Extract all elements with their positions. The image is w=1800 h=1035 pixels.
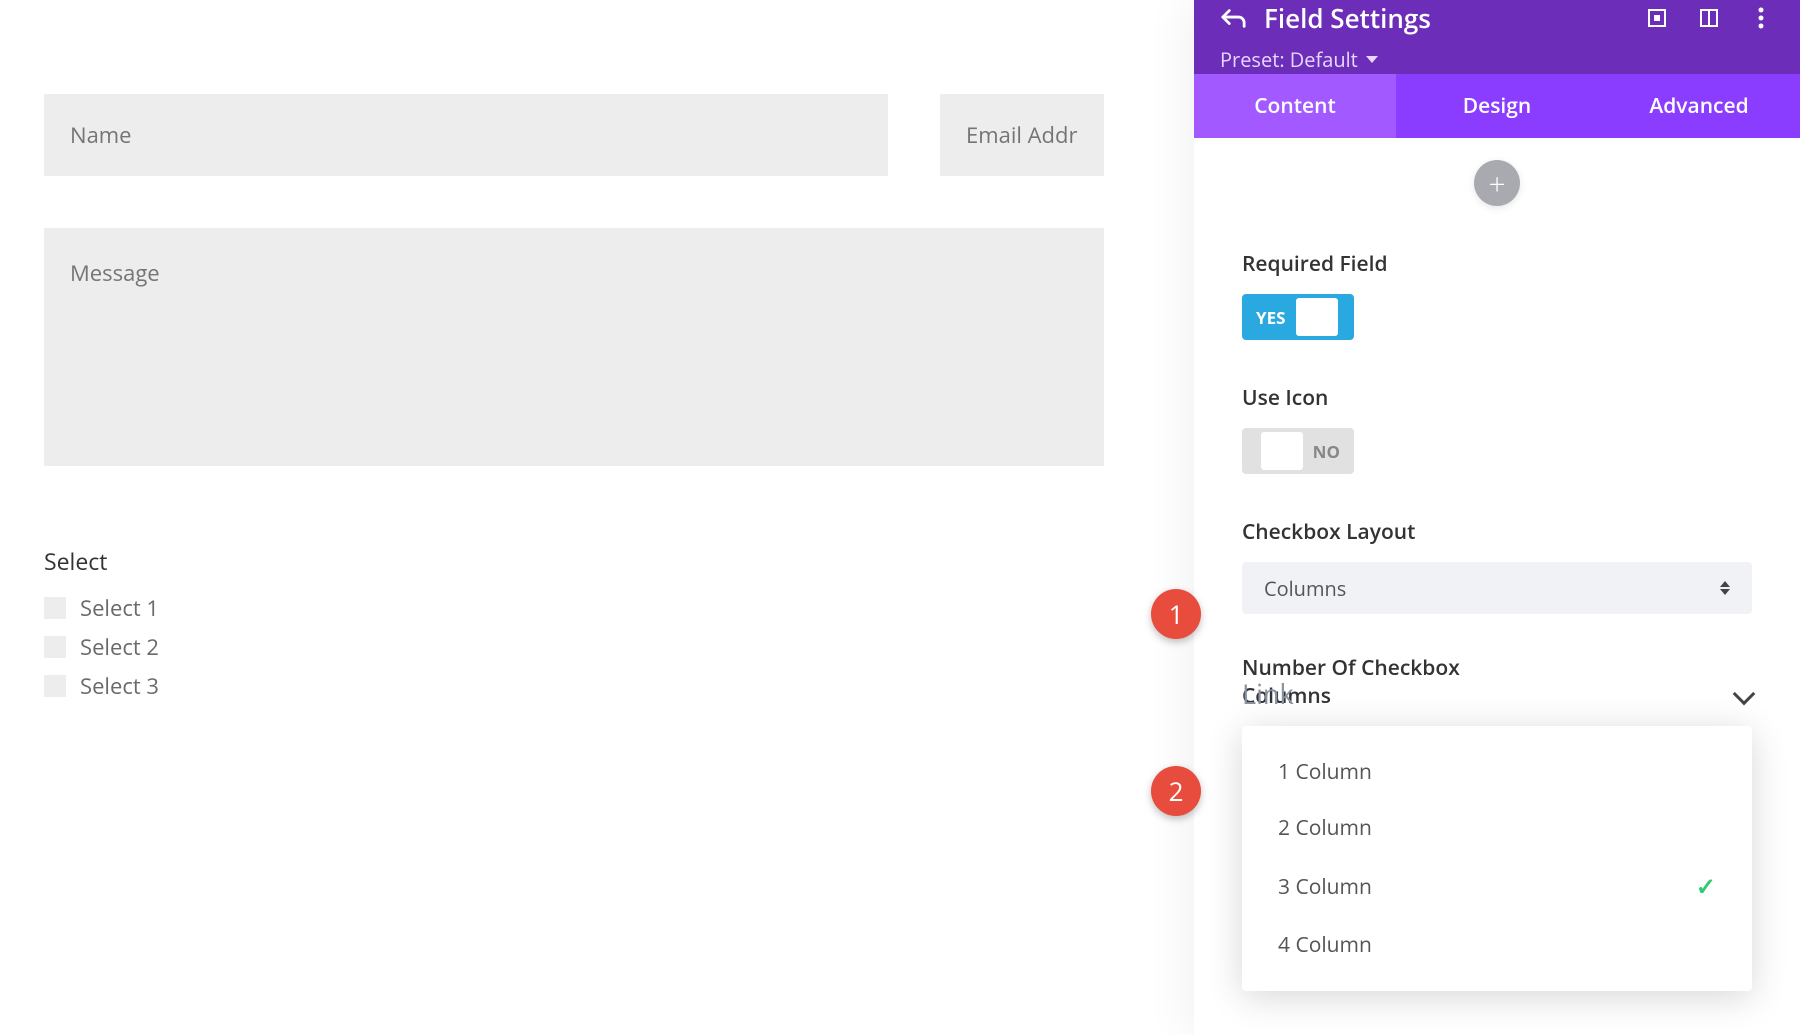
checkbox-option[interactable]: Select 2 [44, 632, 1104, 662]
column-option-2[interactable]: 2 Column [1242, 800, 1752, 856]
use-icon-label: Use Icon [1242, 384, 1752, 412]
select-value: Columns [1264, 575, 1346, 602]
checkbox-layout-select[interactable]: Columns [1242, 562, 1752, 614]
checkbox-list: Select 1 Select 2 Select 3 [44, 593, 1104, 701]
annotation-marker-2: 2 [1151, 766, 1201, 816]
toggle-knob [1296, 298, 1338, 336]
more-icon[interactable] [1748, 5, 1774, 31]
panel-title: Field Settings [1264, 0, 1431, 36]
checkbox-icon[interactable] [44, 597, 66, 619]
chevron-down-icon [1733, 682, 1756, 705]
required-field-label: Required Field [1242, 250, 1752, 278]
option-label: 3 Column [1278, 873, 1372, 901]
checkbox-label: Select 2 [80, 632, 159, 662]
column-option-1[interactable]: 1 Column [1242, 744, 1752, 800]
select-field-label: Select [44, 545, 1104, 577]
tab-advanced[interactable]: Advanced [1598, 74, 1800, 138]
tabs: Content Design Advanced [1194, 74, 1800, 138]
name-input[interactable] [44, 94, 888, 176]
layout-icon[interactable] [1696, 5, 1722, 31]
preset-dropdown[interactable]: Preset: Default [1220, 46, 1774, 73]
back-icon[interactable] [1220, 5, 1246, 31]
checkbox-icon[interactable] [44, 636, 66, 658]
column-option-3[interactable]: 3 Column ✓ [1242, 856, 1752, 917]
form-row-top [44, 94, 1104, 176]
toggle-text: YES [1246, 306, 1296, 329]
toggle-text: NO [1303, 440, 1350, 463]
link-label: Link [1242, 675, 1294, 712]
email-input[interactable] [940, 94, 1104, 176]
annotation-marker-1: 1 [1151, 589, 1201, 639]
num-columns-dropdown: 1 Column 2 Column 3 Column ✓ 4 Column [1242, 726, 1752, 991]
message-input[interactable] [44, 228, 1104, 466]
option-label: 4 Column [1278, 931, 1372, 959]
checkbox-option[interactable]: Select 1 [44, 593, 1104, 623]
chevron-down-icon [1366, 56, 1378, 63]
form-preview: Select Select 1 Select 2 Select 3 [0, 0, 1194, 1035]
tab-content[interactable]: Content [1194, 74, 1396, 138]
panel-body: + Required Field YES Use Icon NO Checkbo… [1194, 138, 1800, 726]
checkbox-layout-label: Checkbox Layout [1242, 518, 1752, 546]
use-icon-toggle[interactable]: NO [1242, 428, 1354, 474]
option-label: 1 Column [1278, 758, 1372, 786]
column-option-4[interactable]: 4 Column [1242, 917, 1752, 973]
panel-header: Field Settings [1194, 0, 1800, 74]
checkbox-option[interactable]: Select 3 [44, 671, 1104, 701]
plus-icon: + [1488, 163, 1505, 204]
checkbox-label: Select 3 [80, 671, 159, 701]
checkbox-icon[interactable] [44, 675, 66, 697]
check-icon: ✓ [1696, 870, 1716, 903]
tab-design[interactable]: Design [1396, 74, 1598, 138]
select-arrows-icon [1720, 581, 1730, 595]
required-field-toggle[interactable]: YES [1242, 294, 1354, 340]
toggle-knob [1261, 432, 1303, 470]
fullscreen-icon[interactable] [1644, 5, 1670, 31]
link-section[interactable]: Link [1242, 675, 1752, 712]
option-label: 2 Column [1278, 814, 1372, 842]
add-button[interactable]: + [1474, 160, 1520, 206]
checkbox-label: Select 1 [80, 593, 159, 623]
preset-label: Preset: Default [1220, 46, 1358, 73]
settings-panel: Field Settings [1194, 0, 1800, 1035]
